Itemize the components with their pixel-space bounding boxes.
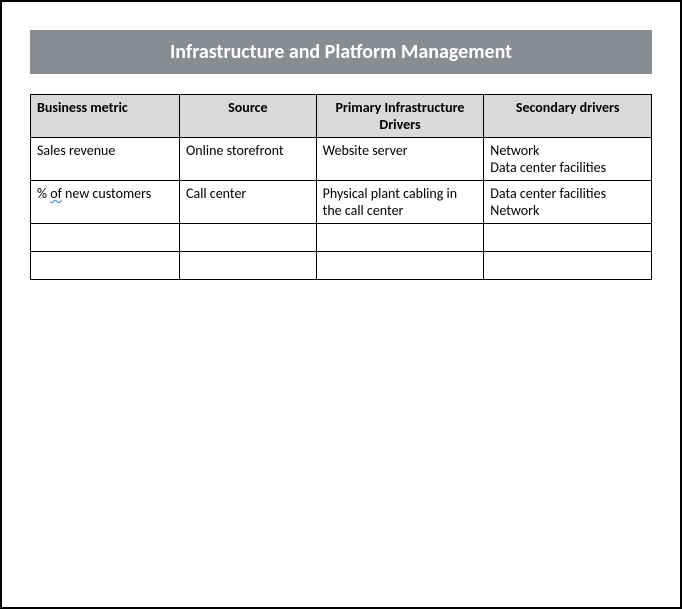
table-row: Sales revenue Online storefront Website … [31,138,652,181]
table-row: % of new customers Call center Physical … [31,181,652,224]
metrics-table: Business metric Source Primary Infrastru… [30,94,652,280]
cell-primary-drivers: Website server [316,138,484,181]
cell-secondary-drivers: Data center facilitiesNetwork [484,181,652,224]
cell-secondary-drivers: NetworkData center facilities [484,138,652,181]
cell-secondary-drivers [484,252,652,280]
page-container: Infrastructure and Platform Management B… [0,0,682,609]
cell-primary-drivers [316,252,484,280]
col-header-business-metric: Business metric [31,95,180,138]
cell-business-metric: % of new customers [31,181,180,224]
cell-source: Online storefront [180,138,317,181]
cell-secondary-drivers [484,224,652,252]
table-row [31,224,652,252]
page-title: Infrastructure and Platform Management [30,30,652,74]
cell-source [180,224,317,252]
col-header-primary-drivers: Primary Infrastructure Drivers [316,95,484,138]
table-row [31,252,652,280]
col-header-source: Source [180,95,317,138]
cell-business-metric: Sales revenue [31,138,180,181]
col-header-secondary-drivers: Secondary drivers [484,95,652,138]
cell-primary-drivers: Physical plant cabling in the call cente… [316,181,484,224]
table-header-row: Business metric Source Primary Infrastru… [31,95,652,138]
cell-primary-drivers [316,224,484,252]
cell-business-metric [31,252,180,280]
cell-source [180,252,317,280]
cell-source: Call center [180,181,317,224]
cell-business-metric [31,224,180,252]
